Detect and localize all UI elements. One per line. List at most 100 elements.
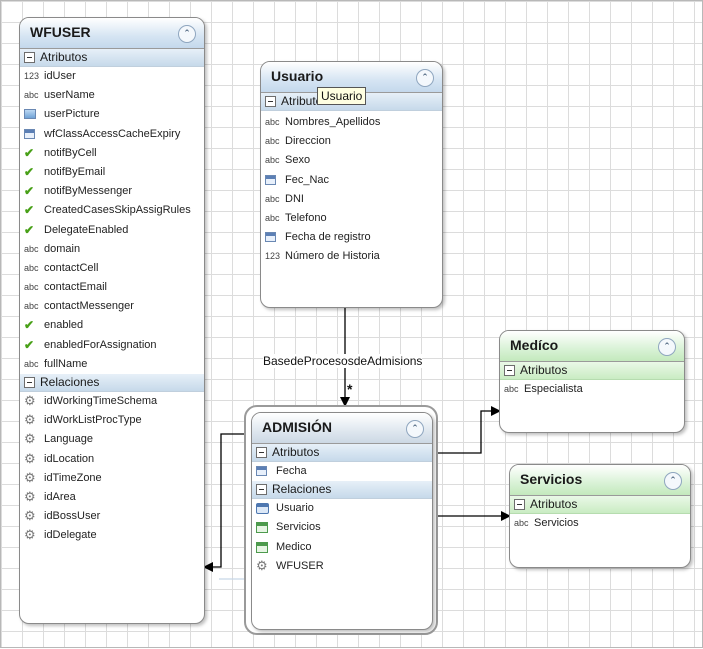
field-row[interactable]: ✔ notifByCell xyxy=(20,144,204,163)
field-row[interactable]: Usuario xyxy=(252,499,432,518)
section-attributes[interactable]: Atributos xyxy=(252,444,432,462)
gear-icon: ⚙ xyxy=(24,450,36,466)
field-row[interactable]: ⚙ idLocation xyxy=(20,450,204,469)
field-label: idTimeZone xyxy=(44,471,102,484)
collapse-section-icon[interactable] xyxy=(256,447,267,458)
field-row[interactable]: abc Direccion xyxy=(261,132,442,151)
field-row[interactable]: abc contactCell xyxy=(20,259,204,278)
text-type-icon: abc xyxy=(24,301,39,312)
field-row[interactable]: ✔ CreatedCasesSkipAssigRules xyxy=(20,201,204,220)
section-attributes[interactable]: Atributos xyxy=(510,496,690,514)
field-row[interactable]: ✔ notifByMessenger xyxy=(20,182,204,201)
field-label: idArea xyxy=(44,490,76,503)
text-type-icon: abc xyxy=(514,518,529,528)
field-row[interactable]: abc fullName xyxy=(20,355,204,374)
field-row[interactable]: 123 idUser xyxy=(20,67,204,86)
field-row[interactable]: abc Nombres_Apellidos xyxy=(261,113,442,132)
field-row[interactable]: abc contactMessenger xyxy=(20,297,204,316)
field-label: idWorkingTimeSchema xyxy=(44,395,158,407)
field-row[interactable]: abc Telefono xyxy=(261,209,442,228)
collapse-icon[interactable]: ⌃ xyxy=(406,420,424,438)
entity-medico[interactable]: Medíco ⌃ Atributos abc Especialista xyxy=(499,330,685,433)
section-label: Atributos xyxy=(272,445,320,459)
collapse-section-icon[interactable] xyxy=(256,484,267,496)
section-attributes[interactable]: Atributos xyxy=(20,49,204,67)
entity-header[interactable]: WFUSER ⌃ xyxy=(20,18,204,49)
field-row[interactable]: Servicios xyxy=(252,518,432,537)
collapse-section-icon[interactable] xyxy=(24,377,35,388)
field-label: CreatedCasesSkipAssigRules xyxy=(44,204,191,217)
field-row[interactable]: ✔ enabledForAssignation xyxy=(20,336,204,355)
section-relations[interactable]: Relaciones xyxy=(20,374,204,392)
multiplicity-label: * xyxy=(347,381,353,397)
collapse-icon[interactable]: ⌃ xyxy=(658,338,676,356)
field-row[interactable]: abc Sexo xyxy=(261,151,442,170)
field-label: idBossUser xyxy=(44,510,101,523)
field-row[interactable]: ✔ enabled xyxy=(20,316,204,335)
collapse-icon[interactable]: ⌃ xyxy=(178,25,196,43)
calendar-icon xyxy=(24,128,35,139)
field-row[interactable]: ⚙ idArea xyxy=(20,488,204,507)
section-label: Atributos xyxy=(520,363,568,377)
boolean-check-icon: ✔ xyxy=(24,145,35,160)
field-label: userPicture xyxy=(44,108,100,121)
field-label: fullName xyxy=(44,357,88,370)
calendar-icon xyxy=(265,232,276,243)
entity-admision[interactable]: ADMISIÓN ⌃ Atributos Fecha Relaciones Us… xyxy=(251,412,433,630)
tooltip: Usuario xyxy=(317,87,367,105)
field-label: Servicios xyxy=(534,517,579,529)
field-label: Especialista xyxy=(524,383,583,395)
table-icon xyxy=(256,522,268,534)
relation-list: ⚙ idWorkingTimeSchema ⚙ idWorkListProcType ⚙… xyxy=(20,392,204,546)
field-row[interactable]: abc userName xyxy=(20,86,204,105)
field-row[interactable]: abc Especialista xyxy=(500,380,684,399)
field-row[interactable]: abc domain xyxy=(20,240,204,259)
field-row[interactable]: Medico xyxy=(252,538,432,557)
entity-servicios[interactable]: Servicios ⌃ Atributos abc Servicios xyxy=(509,464,691,568)
entity-header[interactable]: ADMISIÓN ⌃ xyxy=(252,413,432,444)
field-row[interactable]: ✔ DelegateEnabled xyxy=(20,221,204,240)
field-row[interactable]: Fec_Nac xyxy=(261,171,442,190)
field-row[interactable]: ⚙ idBossUser xyxy=(20,507,204,526)
field-label: idUser xyxy=(44,70,76,82)
field-row[interactable]: wfClassAccessCacheExpiry xyxy=(20,125,204,144)
field-row[interactable]: ⚙ idTimeZone xyxy=(20,469,204,488)
field-row[interactable]: abc DNI xyxy=(261,190,442,209)
collapse-icon[interactable]: ⌃ xyxy=(664,472,682,490)
field-row[interactable]: Fecha xyxy=(252,462,432,481)
field-row[interactable]: 123 Número de Historia xyxy=(261,247,442,266)
collapse-section-icon[interactable] xyxy=(24,52,35,63)
field-row[interactable]: ⚙ idWorkingTimeSchema xyxy=(20,392,204,411)
collapse-section-icon[interactable] xyxy=(265,96,276,107)
field-row[interactable]: ⚙ Language xyxy=(20,430,204,449)
connector-admision-medico[interactable] xyxy=(437,406,501,454)
field-row[interactable]: ⚙ idDelegate xyxy=(20,526,204,545)
collapse-icon[interactable]: ⌃ xyxy=(416,69,434,87)
field-label: idLocation xyxy=(44,452,95,465)
relationship-label[interactable]: BasedeProcesosdeAdmisions xyxy=(263,354,423,368)
field-row[interactable]: ⚙ idWorkListProcType xyxy=(20,411,204,430)
field-label: Medico xyxy=(276,540,312,553)
entity-header[interactable]: Medíco ⌃ xyxy=(500,331,684,362)
section-relations[interactable]: Relaciones xyxy=(252,481,432,500)
field-label: notifByMessenger xyxy=(44,185,133,198)
collapse-section-icon[interactable] xyxy=(504,365,515,376)
field-label: wfClassAccessCacheExpiry xyxy=(44,127,181,140)
calendar-icon xyxy=(265,174,276,185)
field-row[interactable]: Fecha de registro xyxy=(261,228,442,247)
section-label: Relaciones xyxy=(40,375,100,389)
entity-header[interactable]: Servicios ⌃ xyxy=(510,465,690,496)
field-row[interactable]: abc contactEmail xyxy=(20,278,204,297)
field-label: WFUSER xyxy=(276,559,324,572)
collapse-section-icon[interactable] xyxy=(514,499,525,510)
field-row[interactable]: ⚙ WFUSER xyxy=(252,557,432,576)
section-attributes[interactable]: Atributos xyxy=(500,362,684,380)
field-row[interactable]: abc Servicios xyxy=(510,514,690,533)
boolean-check-icon: ✔ xyxy=(24,164,35,179)
attribute-list: abc Nombres_Apellidos abc Direccion abc Sexo F… xyxy=(261,111,442,267)
number-type-icon: 123 xyxy=(265,251,281,262)
field-label: DelegateEnabled xyxy=(44,223,129,236)
field-row[interactable]: ✔ notifByEmail xyxy=(20,163,204,182)
field-row[interactable]: userPicture xyxy=(20,105,204,124)
entity-wfuser[interactable]: WFUSER ⌃ Atributos 123 idUser abc userName u… xyxy=(19,17,205,624)
